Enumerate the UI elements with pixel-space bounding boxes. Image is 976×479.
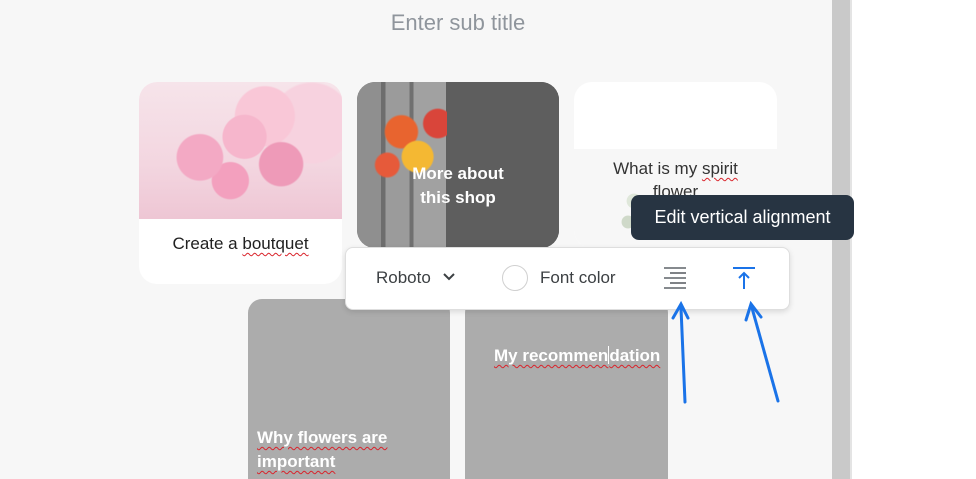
annotation-arrow-right: [750, 306, 780, 403]
annotation-arrows: [671, 300, 780, 404]
annotation-arrow-left: [679, 306, 687, 404]
